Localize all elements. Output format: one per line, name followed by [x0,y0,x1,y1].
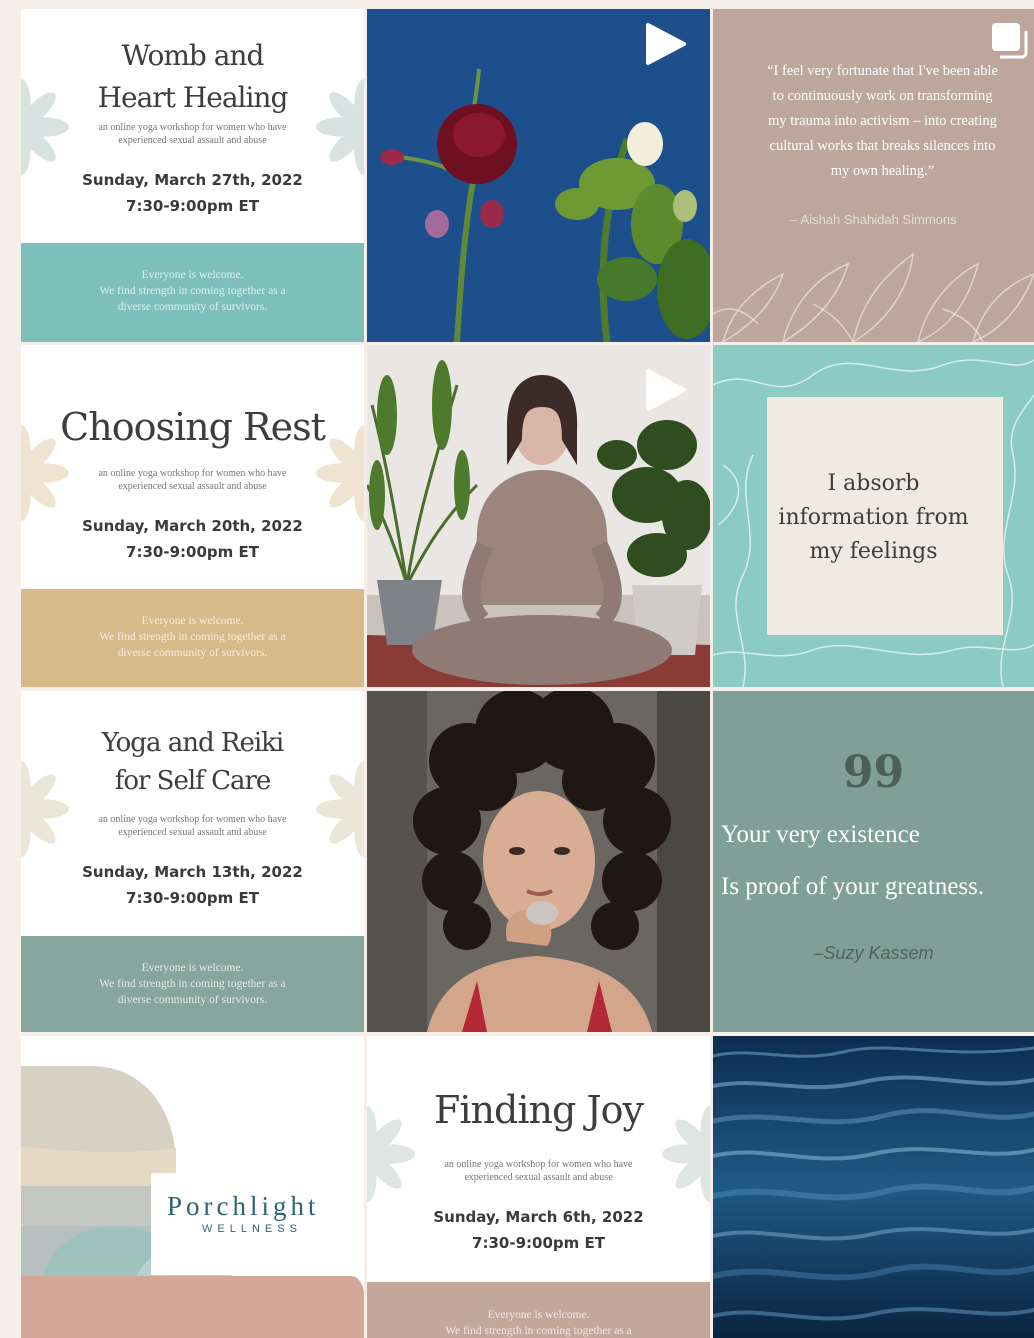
lotus-icon [316,425,364,521]
flyer-title-line: for Self Care [114,766,272,796]
post-affirmation[interactable]: I absorb information from my feelings [713,345,1034,687]
affirmation-line: I absorb [827,471,920,496]
affirmation-line: my feelings [809,539,938,564]
post-ocean[interactable] [713,1036,1034,1338]
lotus-icon [367,1106,415,1202]
flyer-date: Sunday, March 13th, 2022 [82,863,303,881]
flyer-title-line: Choosing Rest [60,405,326,449]
band-line: diverse community of survivors. [117,994,268,1006]
band-line: Everyone is welcome. [141,615,244,627]
lotus-icon [21,79,69,175]
quote-line: Your very existence [721,821,920,848]
lotus-icon [316,79,364,175]
flyer-date: Sunday, March 27th, 2022 [82,171,303,189]
flyer-date: Sunday, March 6th, 2022 [433,1208,644,1226]
band-line: We find strength in coming together as a [99,978,286,990]
band-line: diverse community of survivors. [117,647,268,659]
flyer-band: Everyone is welcome. We find strength in… [21,243,364,342]
flyer-date: Sunday, March 20th, 2022 [82,517,303,535]
band-line: diverse community of survivors. [117,301,268,313]
leaf-pattern [713,252,1034,342]
affirmation-line: information from [778,505,969,530]
flyer-subtitle: an online yoga workshop for women who ha… [444,1159,633,1183]
brand-tagline: WELLNESS [202,1223,302,1235]
quote-line: to continuously work on transforming [772,88,993,104]
play-icon [646,23,686,65]
lotus-icon [662,1106,710,1202]
quote-line: cultural works that breaks silences into [769,138,996,154]
lotus-icon [21,761,69,857]
quote-mark-icon: 99 [842,747,905,798]
flyer-time: 7:30-9:00pm ET [126,889,259,907]
post-portrait[interactable] [367,691,710,1032]
flyer-subtitle: an online yoga workshop for women who ha… [98,814,287,838]
band-line: We find strength in coming together as a [445,1325,632,1337]
quote-line: my trauma into activism – into creating [768,113,997,129]
quote-author: – Aishah Shahidah Simmons [790,212,957,227]
quote-author: –Suzy Kassem [813,943,934,963]
flyer-title-line: Heart Healing [97,81,289,114]
flyer-subtitle: an online yoga workshop for women who ha… [98,468,287,492]
flyer-subtitle: an online yoga workshop for women who ha… [98,122,287,146]
band-line: We find strength in coming together as a [99,631,286,643]
post-finding-joy[interactable]: Finding Joy an online yoga workshop for … [367,1036,710,1338]
flyer-time: 7:30-9:00pm ET [126,197,259,215]
quote-line: “I feel very fortunate that I've been ab… [767,63,998,79]
flyer-time: 7:30-9:00pm ET [472,1234,605,1252]
lotus-icon [316,761,364,857]
quote-line: Is proof of your greatness. [721,873,985,900]
ocean-photo [713,1036,1034,1338]
flyer-band: Everyone is welcome. We find strength in… [21,589,364,687]
flyer-title-line: Finding Joy [434,1088,644,1132]
post-womb-heart-healing[interactable]: Womb and Heart Healing an online yoga wo… [21,9,364,342]
portrait-photo [367,691,710,1032]
post-flowers-video[interactable] [367,9,710,342]
lotus-icon [21,425,69,521]
post-choosing-rest[interactable]: Choosing Rest an online yoga workshop fo… [21,345,364,687]
brand-name: Porchlight [167,1191,320,1221]
flyer-time: 7:30-9:00pm ET [126,543,259,561]
post-quote-simmons[interactable]: “I feel very fortunate that I've been ab… [713,9,1034,342]
carousel-icon [992,23,1028,59]
play-icon [646,369,686,411]
band-line: Everyone is welcome. [141,269,244,281]
post-porchlight-brand[interactable]: Porchlight WELLNESS [21,1036,364,1338]
band-line: Everyone is welcome. [141,962,244,974]
quote-line: my own healing.” [830,163,935,179]
affirmation-text: I absorb information from my feelings [713,467,1034,569]
post-yoga-reiki[interactable]: Yoga and Reiki for Self Care an online y… [21,691,364,1032]
post-meditation-video[interactable] [367,345,710,687]
flyer-band: Everyone is welcome. We find strength in… [367,1282,710,1338]
flyer-title-line: Womb and [121,39,265,72]
flyer-band: Everyone is welcome. We find strength in… [21,936,364,1032]
band-line: Everyone is welcome. [487,1309,590,1321]
flyer-title-line: Yoga and Reiki [101,728,284,758]
quote-text: “I feel very fortunate that I've been ab… [731,59,1034,184]
band-line: We find strength in coming together as a [99,285,286,297]
post-quote-kassem[interactable]: 99 Your very existence Is proof of your … [713,691,1034,1032]
